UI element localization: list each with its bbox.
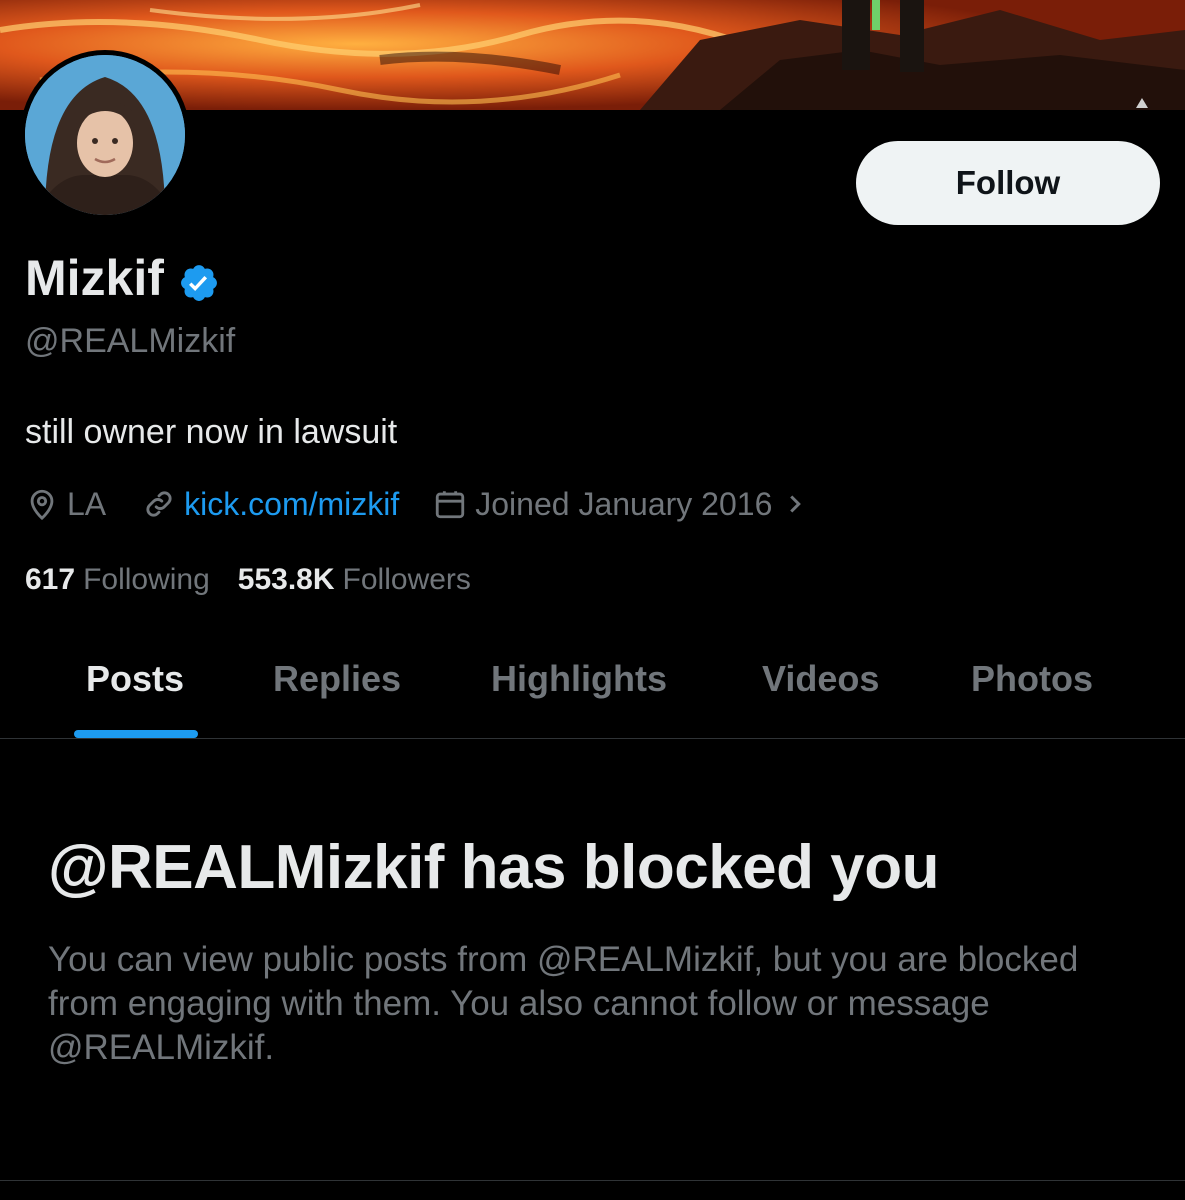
link-icon xyxy=(146,491,172,517)
follow-counts: 617 Following 553.8K Followers xyxy=(25,563,471,597)
display-name-text: Mizkif xyxy=(25,250,164,306)
location-item: LA xyxy=(25,486,106,523)
profile-handle: @REALMizkif xyxy=(25,322,236,360)
profile-avatar[interactable] xyxy=(20,50,190,220)
followers-label: Followers xyxy=(342,563,471,596)
profile-display-name: Mizkif xyxy=(25,248,220,308)
blocked-title: @REALMizkif has blocked you xyxy=(48,833,939,902)
tab-highlights[interactable]: Highlights xyxy=(491,658,667,700)
tab-replies[interactable]: Replies xyxy=(273,658,401,700)
location-pin-icon xyxy=(30,489,54,521)
tab-posts[interactable]: Posts xyxy=(86,658,184,700)
divider xyxy=(0,1180,1185,1181)
chevron-right-icon[interactable] xyxy=(780,489,810,519)
following-label: Following xyxy=(83,563,210,596)
joined-item[interactable]: Joined January 2016 xyxy=(433,486,818,523)
calendar-icon xyxy=(436,491,465,519)
location-text: LA xyxy=(67,485,107,522)
verified-badge-icon[interactable] xyxy=(178,257,220,301)
website-link[interactable]: kick.com/mizkif xyxy=(184,486,399,523)
joined-text: Joined January 2016 xyxy=(475,485,773,522)
following-count: 617 xyxy=(25,563,76,596)
follow-button[interactable]: Follow xyxy=(856,141,1160,225)
followers-count: 553.8K xyxy=(237,563,335,596)
avatar-image xyxy=(25,55,185,215)
profile-meta: LA kick.com/mizkif Joined January 2016 xyxy=(25,484,818,524)
blocked-description: You can view public posts from @REALMizk… xyxy=(48,940,1079,1067)
active-tab-indicator xyxy=(74,730,198,738)
followers-link[interactable]: 553.8K Followers xyxy=(238,563,471,597)
tab-photos[interactable]: Photos xyxy=(971,658,1093,700)
website-item[interactable]: kick.com/mizkif xyxy=(142,486,399,523)
tab-videos[interactable]: Videos xyxy=(762,658,879,700)
profile-bio: still owner now in lawsuit xyxy=(25,413,398,451)
following-link[interactable]: 617 Following xyxy=(25,563,210,597)
profile-tabs: Posts Replies Highlights Videos Photos xyxy=(0,640,1185,739)
